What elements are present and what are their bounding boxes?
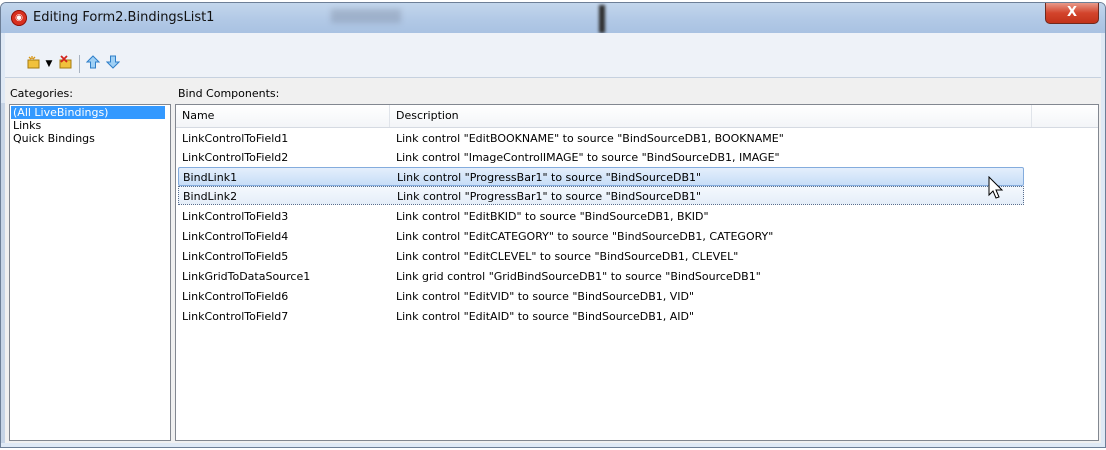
toolbar-separator [79,55,80,73]
dropdown-arrow-icon[interactable]: ▼ [44,55,54,73]
column-header-name[interactable]: Name [176,105,390,127]
category-item-all-livebindings[interactable]: (All LiveBindings) [11,106,165,119]
row-description: Link control "EditVID" to source "BindSo… [396,290,695,303]
column-header-description[interactable]: Description [390,105,1032,127]
mouse-pointer-icon [988,175,1006,202]
table-row[interactable]: LinkControlToField6 Link control "EditVI… [176,287,1024,306]
table-row-focused[interactable]: BindLink2 Link control "ProgressBar1" to… [178,186,1024,205]
move-up-icon[interactable] [85,55,101,73]
categories-list[interactable]: (All LiveBindings) Links Quick Bindings [9,104,171,441]
move-down-icon[interactable] [105,55,121,73]
window-title: Editing Form2.BindingsList1 [33,10,215,25]
close-button[interactable]: X [1045,3,1099,24]
background-window-artifact-2 [599,5,605,33]
table-row[interactable]: LinkControlToField5 Link control "EditCL… [176,247,1024,266]
column-header-filler [1032,105,1098,127]
bind-components-label: Bind Components: [178,87,280,100]
row-name: LinkControlToField7 [182,310,289,323]
row-description: Link control "EditCLEVEL" to source "Bin… [396,250,739,263]
row-name: LinkControlToField6 [182,290,289,303]
row-description: Link control "EditBOOKNAME" to source "B… [396,132,784,145]
row-description: Link control "EditBKID" to source "BindS… [396,210,709,223]
bindings-editor-window: ◉ Editing Form2.BindingsList1 X ▼ Catego… [0,2,1106,448]
row-name: LinkControlToField5 [182,250,289,263]
row-name: LinkControlToField2 [182,151,289,164]
toolbar: ▼ [5,33,1101,77]
row-description: Link control "EditAID" to source "BindSo… [396,310,695,323]
table-row[interactable]: LinkControlToField3 Link control "EditBK… [176,207,1024,226]
table-row-selected[interactable]: BindLink1 Link control "ProgressBar1" to… [178,167,1024,186]
row-name: BindLink2 [183,190,238,203]
new-binding-icon[interactable] [25,55,43,73]
title-bar[interactable]: ◉ Editing Form2.BindingsList1 X [1,3,1105,33]
table-row[interactable]: LinkControlToField1 Link control "EditBO… [176,129,1024,148]
delphi-app-icon: ◉ [11,10,27,26]
row-description: Link control "ImageControlIMAGE" to sour… [396,151,780,164]
row-name: LinkControlToField3 [182,210,289,223]
table-row[interactable]: LinkControlToField2 Link control "ImageC… [176,148,1024,167]
row-name: LinkControlToField4 [182,230,289,243]
row-name: LinkControlToField1 [182,132,289,145]
background-window-artifact [331,9,401,23]
bind-components-grid[interactable]: Name Description LinkControlToField1 Lin… [175,104,1099,441]
table-row[interactable]: LinkControlToField4 Link control "EditCA… [176,227,1024,246]
row-name: BindLink1 [183,171,238,184]
row-description: Link control "ProgressBar1" to source "B… [397,171,702,184]
row-description: Link control "ProgressBar1" to source "B… [397,190,702,203]
category-item-quick-bindings[interactable]: Quick Bindings [11,132,95,145]
grid-header: Name Description [176,105,1098,128]
categories-label: Categories: [10,87,73,100]
category-item-links[interactable]: Links [11,119,41,132]
editor-body: Categories: Bind Components: (All LiveBi… [5,77,1101,443]
row-name: LinkGridToDataSource1 [182,270,311,283]
row-description: Link control "EditCATEGORY" to source "B… [396,230,774,243]
table-row[interactable]: LinkControlToField7 Link control "EditAI… [176,307,1024,326]
row-description: Link grid control "GridBindSourceDB1" to… [396,270,761,283]
delete-binding-icon[interactable] [57,55,75,73]
table-row[interactable]: LinkGridToDataSource1 Link grid control … [176,267,1024,286]
